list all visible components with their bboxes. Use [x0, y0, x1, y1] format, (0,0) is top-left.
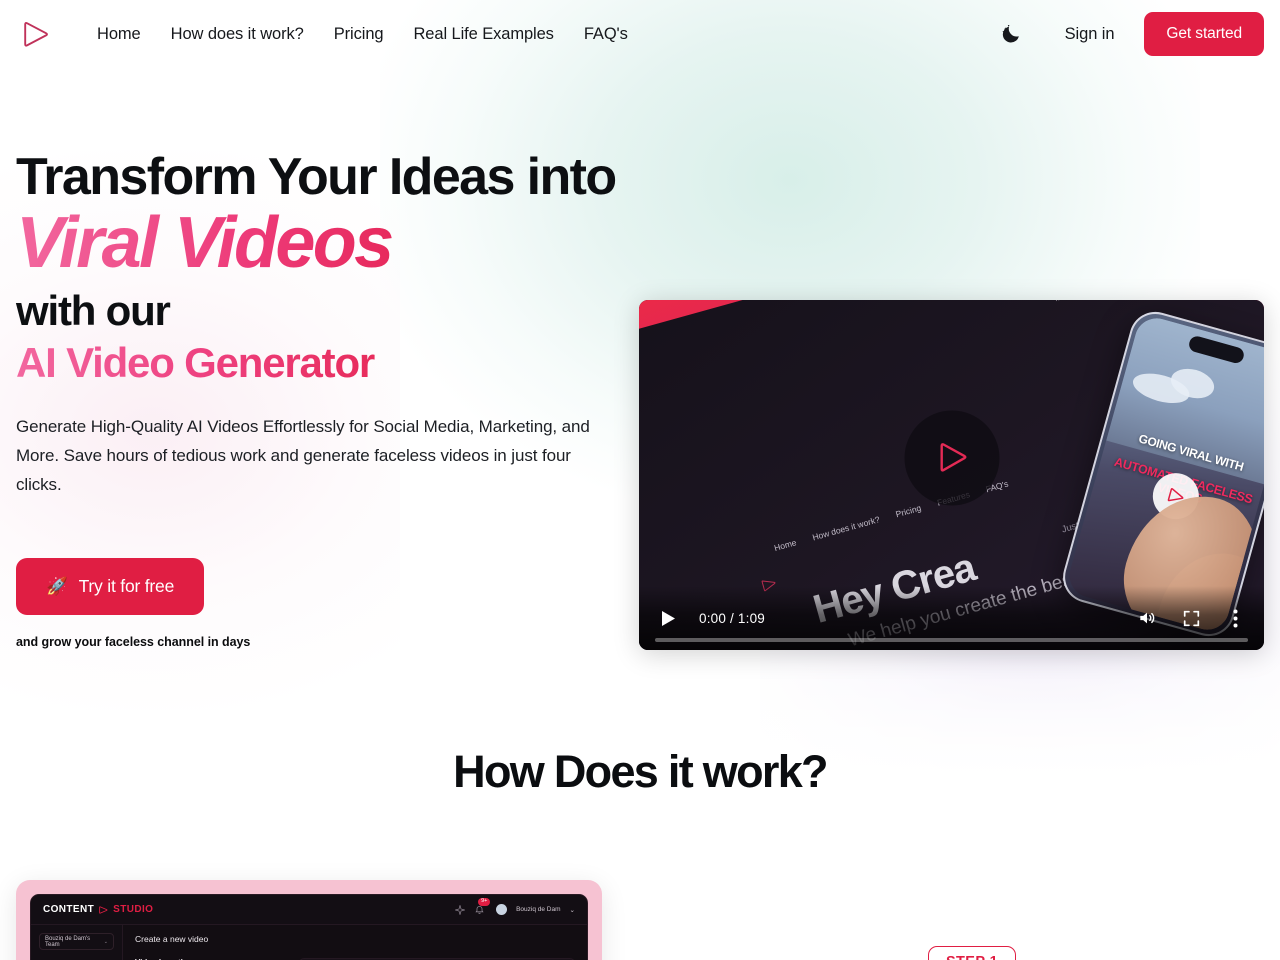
hero-title-line-3: with our — [16, 287, 171, 335]
dashboard-topbar-actions: 9+ Bouziq de Dam ⌄ — [455, 898, 575, 916]
hero-title-line-2: Viral Videos — [16, 205, 636, 285]
sparkle-icon[interactable] — [455, 904, 466, 915]
hero-subtitle: Generate High-Quality AI Videos Effortle… — [16, 416, 590, 495]
page-title: Transform Your Ideas into Viral Videos w… — [16, 148, 636, 388]
more-vertical-icon[interactable] — [1220, 603, 1250, 633]
play-icon[interactable] — [653, 603, 683, 633]
dashboard-brand: CONTENT STUDIO — [43, 904, 153, 915]
nav-item-faqs[interactable]: FAQ's — [569, 17, 643, 52]
video-time-display: 0:00 / 1:09 — [699, 610, 766, 626]
team-selector-label: Bouziq de Dam's Team — [45, 935, 91, 948]
header-actions: Sign in Get started — [991, 12, 1264, 56]
team-selector[interactable]: Bouziq de Dam's Team ⌄ — [39, 933, 114, 950]
hero-title-line-1: Transform Your Ideas into — [16, 148, 617, 206]
steps-row: CONTENT STUDIO 9+ Bouziq de Dam ⌄ Bouziq… — [0, 880, 1280, 960]
site-header: Home How does it work? Pricing Real Life… — [0, 0, 1280, 68]
thumbnail-menu-dots: ⋯ — [1054, 300, 1064, 305]
dashboard-topbar: CONTENT STUDIO 9+ Bouziq de Dam ⌄ — [31, 895, 587, 925]
big-play-icon[interactable] — [904, 410, 999, 505]
dashboard-main: Create a new video Video Length The vide… — [123, 925, 587, 960]
nav-item-how-does-it-work[interactable]: How does it work? — [156, 17, 319, 52]
cta-subnote: and grow your faceless channel in days — [16, 634, 251, 649]
hero-copy: Transform Your Ideas into Viral Videos w… — [16, 68, 636, 650]
fullscreen-icon[interactable] — [1176, 603, 1206, 633]
status-badge: STEP 1 — [927, 946, 1017, 960]
notification-bell-icon[interactable]: 9+ — [474, 898, 491, 916]
thumbnail-nav-item-2: Pricing — [894, 502, 923, 520]
thumbnail-nav-item-0: Home — [772, 537, 798, 554]
video-progress-bar[interactable] — [655, 638, 1248, 642]
dashboard-body: Bouziq de Dam's Team ⌄ Dashboard Videos … — [31, 925, 587, 960]
dashboard-mockup: CONTENT STUDIO 9+ Bouziq de Dam ⌄ Bouziq… — [16, 880, 602, 960]
step-column: STEP 1 — [680, 880, 1264, 960]
nav-item-pricing[interactable]: Pricing — [319, 17, 399, 52]
dashboard-user-name: Bouziq de Dam — [516, 906, 561, 913]
play-triangle-logo-icon[interactable] — [16, 14, 56, 54]
hero-section: Transform Your Ideas into Viral Videos w… — [0, 68, 1280, 650]
chevron-down-icon: ⌄ — [103, 938, 108, 945]
how-it-works-section: How Does it work? — [0, 746, 1280, 798]
dashboard-window: CONTENT STUDIO 9+ Bouziq de Dam ⌄ Bouziq… — [30, 894, 588, 960]
dashboard-play-icon — [99, 905, 108, 914]
get-started-button[interactable]: Get started — [1144, 12, 1264, 56]
volume-icon[interactable] — [1132, 603, 1162, 633]
dashboard-main-heading: Create a new video — [135, 934, 209, 944]
dashboard-brand-first: CONTENT — [43, 904, 95, 915]
dashboard-sidebar: Bouziq de Dam's Team ⌄ Dashboard Videos … — [31, 925, 123, 960]
try-it-for-free-label: Try it for free — [78, 575, 175, 596]
hero-title-line-4: AI Video Generator — [16, 337, 636, 388]
notification-badge: 9+ — [478, 898, 491, 906]
try-it-for-free-button[interactable]: 🚀 Try it for free — [16, 557, 205, 615]
main-navigation: Home How does it work? Pricing Real Life… — [82, 17, 643, 52]
sign-in-link[interactable]: Sign in — [1049, 17, 1131, 52]
thumbnail-nav-item-1: How does it work? — [811, 514, 881, 543]
rocket-icon: 🚀 — [46, 575, 68, 596]
dashboard-brand-second: STUDIO — [113, 904, 154, 915]
hero-media: Home How does it work? Pricing Features … — [636, 68, 1264, 650]
chevron-down-icon[interactable]: ⌄ — [570, 906, 575, 914]
video-player[interactable]: Home How does it work? Pricing Features … — [639, 300, 1264, 650]
moon-stars-icon[interactable] — [991, 14, 1031, 54]
avatar[interactable] — [496, 904, 508, 915]
nav-item-home[interactable]: Home — [82, 17, 156, 52]
how-it-works-title: How Does it work? — [453, 746, 828, 797]
nav-item-real-life-examples[interactable]: Real Life Examples — [398, 17, 568, 52]
